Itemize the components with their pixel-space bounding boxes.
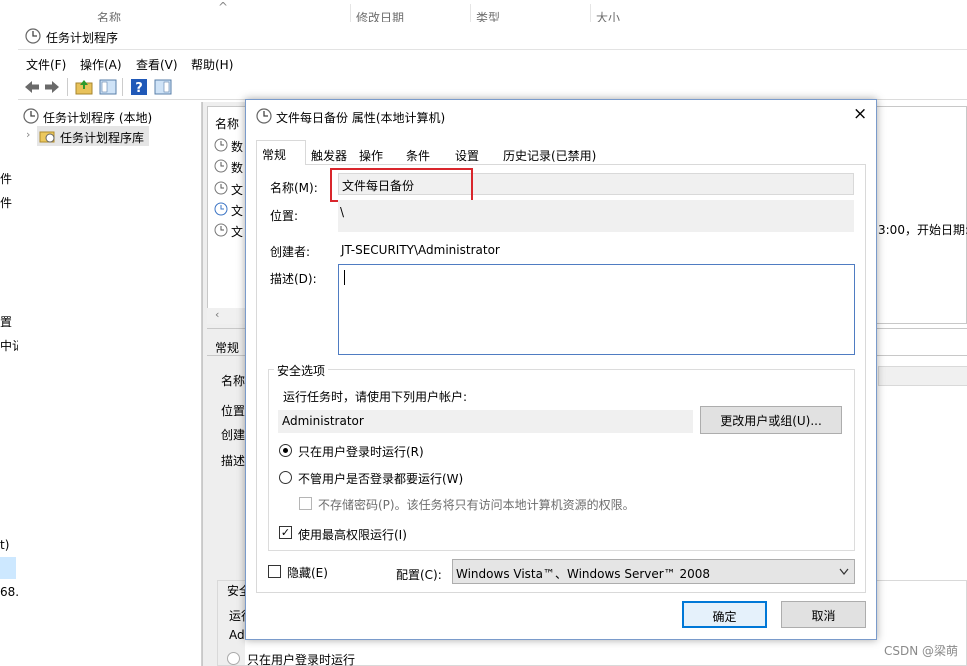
radio-logged-on-label[interactable]: 只在用户登录时运行(R) (298, 443, 424, 460)
highlight-box (330, 168, 473, 202)
tab-settings[interactable]: 设置 (450, 143, 484, 164)
col-type[interactable]: 类型 (476, 9, 500, 22)
col-name[interactable]: 名称 (97, 9, 121, 22)
show-hide-tree-icon[interactable] (98, 77, 118, 97)
name-label: 名称(M): (270, 181, 318, 195)
location-label: 位置: (270, 209, 299, 223)
no-store-password-checkbox (299, 497, 312, 510)
tab-actions[interactable]: 操作 (354, 143, 388, 164)
menu-action[interactable]: 操作(A) (80, 56, 122, 73)
task-icon (214, 138, 228, 152)
author-label: 创建者: (270, 245, 311, 259)
svg-text:?: ? (135, 81, 143, 96)
col-size[interactable]: 大小 (596, 9, 620, 22)
hidden-label[interactable]: 隐藏(E) (287, 564, 328, 581)
left-edge: 件 件 置 中记 t) 68. (0, 22, 24, 666)
task-icon (214, 159, 228, 173)
configure-label: 配置(C): (396, 568, 442, 582)
expand-chevron-icon[interactable]: › (26, 128, 30, 141)
no-store-password-label: 不存储密码(P)。该任务将只有访问本地计算机资源的权限。 (318, 498, 635, 512)
col-modified[interactable]: 修改日期 (356, 9, 404, 22)
author-value: JT-SECURITY\Administrator (341, 243, 500, 257)
tree-library[interactable]: 任务计划程序库 (60, 129, 144, 146)
watermark: CSDN @梁萌 (884, 644, 959, 658)
window-title: 任务计划程序 (46, 31, 119, 45)
user-account-field: Administrator (278, 410, 693, 433)
highest-privileges-checkbox[interactable]: ✓ (279, 526, 292, 539)
tab-triggers[interactable]: 触发器 (306, 143, 352, 164)
task-icon (214, 202, 228, 216)
dialog-title: 文件每日备份 属性(本地计算机) (276, 111, 446, 125)
list-header-name[interactable]: 名称 (215, 115, 239, 132)
tree-root[interactable]: 任务计划程序 (本地) (43, 109, 152, 126)
ok-button[interactable]: 确定 (682, 601, 767, 628)
horizontal-scrollbar[interactable]: ‹ (207, 308, 247, 324)
forward-arrow-icon[interactable] (42, 77, 62, 97)
configure-select[interactable]: Windows Vista™、Windows Server™ 2008 (452, 559, 855, 584)
detail-tab-general[interactable]: 常规 (215, 339, 239, 356)
show-action-pane-icon[interactable] (153, 77, 173, 97)
sort-arrow-icon: ^ (218, 0, 229, 14)
task-icon (214, 181, 228, 195)
menu-bar: 文件(F) 操作(A) 查看(V) 帮助(H) (18, 50, 967, 74)
radio-always-label[interactable]: 不管用户是否登录都要运行(W) (298, 470, 463, 487)
clock-icon (23, 108, 39, 124)
highest-privileges-label[interactable]: 使用最高权限运行(I) (298, 526, 407, 543)
task-icon (214, 223, 228, 237)
security-legend: 安全选项 (274, 362, 329, 379)
help-icon[interactable]: ? (129, 77, 149, 97)
menu-view[interactable]: 查看(V) (136, 56, 178, 73)
hidden-checkbox[interactable] (268, 565, 281, 578)
tab-conditions[interactable]: 条件 (401, 143, 435, 164)
window-titlebar: 任务计划程序 (18, 22, 967, 50)
tab-general[interactable]: 常规 (256, 140, 306, 165)
back-arrow-icon[interactable] (22, 77, 42, 97)
folder-clock-icon (39, 131, 55, 143)
change-user-button[interactable]: 更改用户或组(U)... (700, 406, 842, 434)
menu-file[interactable]: 文件(F) (26, 56, 66, 73)
location-field: \ (338, 200, 854, 232)
tree-pane: 任务计划程序 (本地) › 任务计划程序库 (18, 102, 202, 666)
cancel-button[interactable]: 取消 (781, 601, 866, 628)
description-label: 描述(D): (270, 272, 317, 286)
radio-logged-on[interactable] (279, 444, 292, 457)
close-icon[interactable]: × (853, 104, 867, 124)
menu-help[interactable]: 帮助(H) (191, 56, 233, 73)
tab-history[interactable]: 历史记录(已禁用) (498, 143, 601, 164)
radio-always[interactable] (279, 471, 292, 484)
up-folder-icon[interactable] (74, 77, 94, 97)
task-scheduler-icon (25, 28, 41, 44)
text-cursor (344, 270, 345, 285)
bg-radio (227, 652, 240, 665)
toolbar: ? (18, 74, 967, 100)
description-textarea[interactable] (338, 264, 855, 355)
run-as-prompt: 运行任务时，请使用下列用户帐户: (283, 390, 468, 404)
explorer-header: 名称 修改日期 类型 大小 ^ (0, 0, 967, 22)
chevron-down-icon (839, 568, 849, 575)
trigger-text: 3:00，开始日期: 2 (878, 223, 967, 237)
task-scheduler-icon (256, 108, 272, 124)
